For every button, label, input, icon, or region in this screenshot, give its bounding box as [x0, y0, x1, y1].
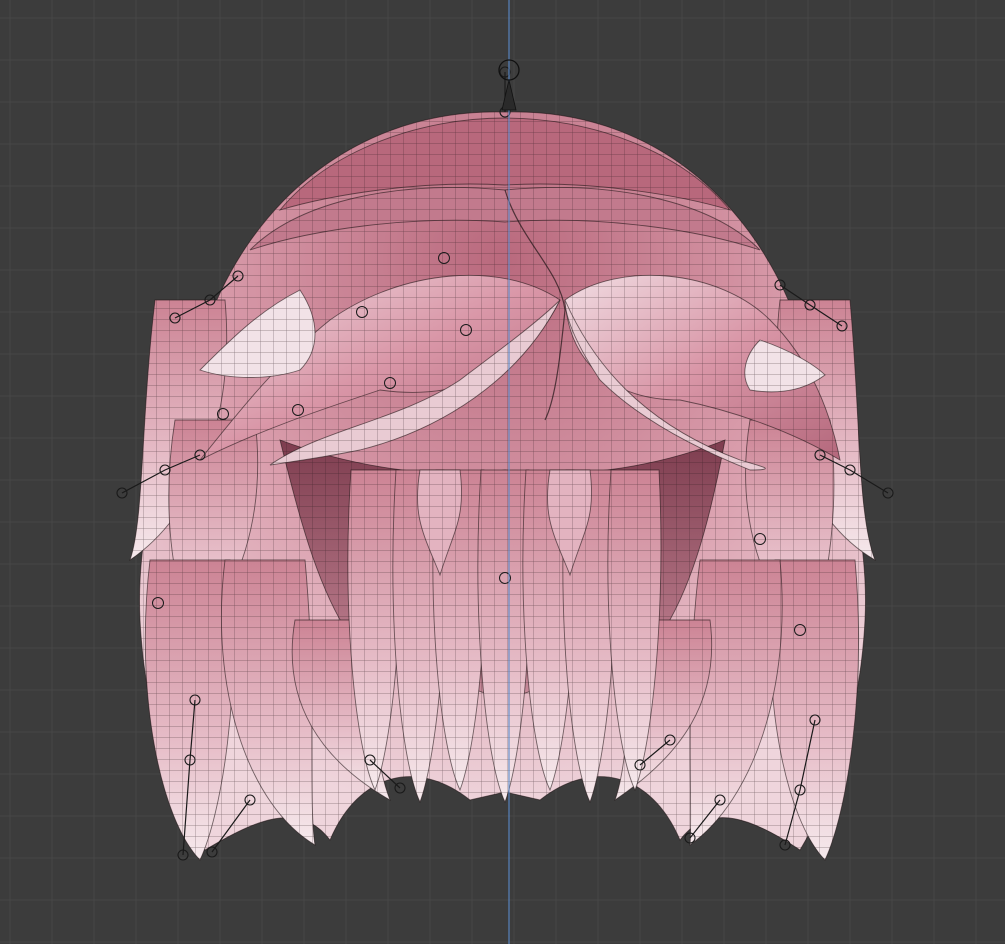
viewport-canvas[interactable] — [0, 0, 1005, 944]
hair-mesh[interactable] — [129, 111, 876, 861]
3d-viewport[interactable] — [0, 0, 1005, 944]
